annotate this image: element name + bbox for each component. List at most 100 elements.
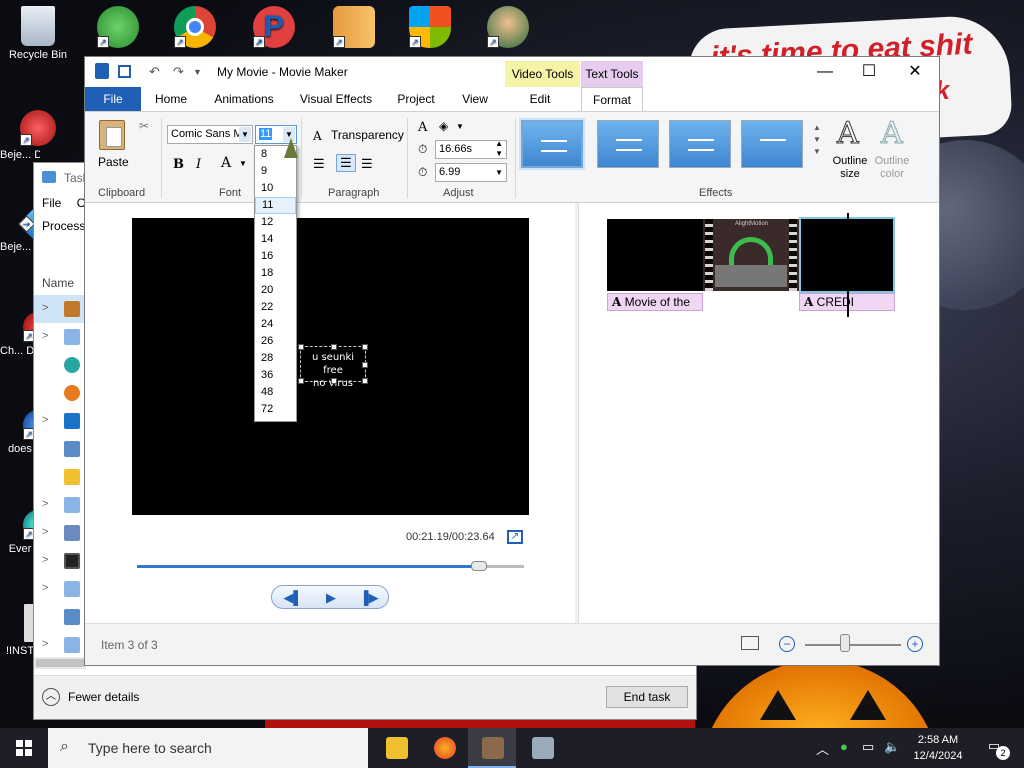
end-task-button[interactable]: End task bbox=[606, 686, 688, 708]
tab-edit[interactable]: Edit bbox=[515, 87, 565, 111]
close-button[interactable]: ✕ bbox=[893, 61, 937, 83]
process-row[interactable] bbox=[34, 463, 86, 491]
desktop-icon-shield-app[interactable]: ↗ bbox=[392, 6, 468, 51]
chevron-up-icon[interactable]: ︿ bbox=[816, 739, 829, 758]
customize-toolbar-icon[interactable]: ▼ bbox=[193, 67, 202, 77]
tab-visual-effects[interactable]: Visual Effects bbox=[293, 87, 379, 111]
storyboard-clip[interactable]: AlightMotion bbox=[703, 219, 799, 291]
process-row[interactable] bbox=[34, 603, 86, 631]
column-header-name[interactable]: Name bbox=[42, 276, 74, 290]
effect-thumbnail[interactable] bbox=[741, 120, 803, 168]
minimize-button[interactable]: — bbox=[803, 61, 847, 83]
resize-handle[interactable] bbox=[331, 378, 337, 384]
effect-thumbnail[interactable] bbox=[597, 120, 659, 168]
start-time-input[interactable]: 16.66s ▲ ▼ bbox=[435, 139, 507, 159]
chevron-down-icon[interactable]: ▼ bbox=[239, 159, 247, 168]
chevron-down-icon[interactable]: ▼ bbox=[239, 127, 251, 142]
network-icon[interactable]: ▭ bbox=[862, 739, 874, 755]
process-row[interactable]: > bbox=[34, 323, 86, 351]
redo-icon[interactable]: ↷ bbox=[173, 64, 184, 80]
fewer-details-button[interactable]: ︿ Fewer details bbox=[42, 688, 139, 706]
effect-thumbnail[interactable] bbox=[521, 120, 583, 168]
process-row[interactable]: > bbox=[34, 547, 86, 575]
people-icon[interactable]: ● bbox=[840, 739, 848, 754]
align-center-icon[interactable]: ☰ bbox=[336, 154, 356, 172]
volume-icon[interactable]: 🔈 bbox=[884, 739, 900, 755]
fullscreen-icon[interactable]: ↗ bbox=[507, 530, 523, 544]
chevron-right-icon[interactable]: > bbox=[42, 638, 48, 650]
previous-frame-button[interactable]: ◀▌ bbox=[278, 589, 308, 606]
desktop-icon-p-app[interactable]: P ↗ bbox=[236, 6, 312, 51]
chevron-down-icon[interactable]: ▼ bbox=[495, 164, 503, 181]
paste-button[interactable]: Paste bbox=[98, 155, 129, 169]
font-size-option[interactable]: 14 bbox=[255, 231, 296, 248]
font-size-option[interactable]: 26 bbox=[255, 333, 296, 350]
font-size-option[interactable]: 36 bbox=[255, 367, 296, 384]
font-color-button[interactable]: A bbox=[221, 155, 231, 171]
gallery-scroll-icon[interactable]: ▲ ▼ ▼ bbox=[813, 122, 821, 158]
zoom-out-icon[interactable]: − bbox=[779, 636, 795, 652]
taskbar-file-explorer[interactable] bbox=[372, 728, 420, 768]
align-left-icon[interactable]: ☰ bbox=[313, 156, 325, 172]
chevron-right-icon[interactable]: > bbox=[42, 414, 48, 426]
effect-thumbnail[interactable] bbox=[669, 120, 731, 168]
storyboard-caption[interactable]: A Movie of the bbox=[607, 293, 703, 311]
chevron-right-icon[interactable]: > bbox=[42, 330, 48, 342]
outline-color-icon[interactable]: A bbox=[881, 116, 904, 152]
italic-button[interactable]: I bbox=[196, 157, 201, 172]
font-size-option[interactable]: 10 bbox=[255, 180, 296, 197]
font-size-option[interactable]: 48 bbox=[255, 384, 296, 401]
zoom-thumb[interactable] bbox=[840, 634, 850, 652]
seek-bar[interactable] bbox=[137, 561, 524, 571]
search-box[interactable]: ⌕ Type here to search bbox=[48, 728, 368, 768]
save-icon[interactable] bbox=[118, 65, 131, 78]
zoom-slider[interactable] bbox=[805, 644, 901, 646]
clock[interactable]: 2:58 AM 12/4/2024 bbox=[908, 732, 968, 764]
chevron-right-icon[interactable]: > bbox=[42, 302, 48, 314]
next-frame-button[interactable]: ▐▶ bbox=[354, 589, 384, 606]
outline-color-button[interactable]: Outline color bbox=[871, 155, 913, 181]
font-size-option[interactable]: 20 bbox=[255, 282, 296, 299]
maximize-button[interactable]: ☐ bbox=[847, 61, 891, 83]
process-row[interactable]: > bbox=[34, 295, 86, 323]
notification-icon[interactable]: ▭ 2 bbox=[984, 738, 1010, 760]
taskbar-firefox[interactable] bbox=[420, 728, 468, 768]
paste-icon[interactable] bbox=[99, 120, 125, 150]
process-row[interactable]: > bbox=[34, 491, 86, 519]
resize-handle[interactable] bbox=[362, 378, 368, 384]
taskbar-task-manager[interactable] bbox=[518, 728, 566, 768]
tab-file[interactable]: File bbox=[85, 87, 141, 111]
transparency-button[interactable]: Transparency bbox=[331, 128, 404, 142]
desktop-icon-bejeweled-1[interactable]: ↗ Beje... De... bbox=[0, 110, 76, 162]
process-row[interactable] bbox=[34, 435, 86, 463]
undo-icon[interactable]: ↶ bbox=[149, 64, 160, 80]
cut-icon[interactable]: ✂ bbox=[139, 119, 149, 133]
align-right-icon[interactable]: ☰ bbox=[361, 156, 373, 172]
font-size-option[interactable]: 9 bbox=[255, 163, 296, 180]
desktop-icon-recycle-bin[interactable]: Recycle Bin bbox=[0, 6, 76, 62]
storyboard-clip[interactable] bbox=[607, 219, 703, 291]
chevron-right-icon[interactable]: > bbox=[42, 498, 48, 510]
font-size-option[interactable]: 12 bbox=[255, 214, 296, 231]
video-preview[interactable]: u seunki free no virus bbox=[132, 218, 529, 515]
chevron-down-icon[interactable]: ▼ bbox=[456, 122, 464, 131]
process-row[interactable] bbox=[34, 351, 86, 379]
resize-handle[interactable] bbox=[298, 344, 304, 350]
caption-text-box[interactable]: u seunki free no virus bbox=[298, 344, 368, 389]
font-size-option[interactable]: 18 bbox=[255, 265, 296, 282]
font-size-option[interactable]: 28 bbox=[255, 350, 296, 367]
process-row[interactable]: > bbox=[34, 519, 86, 547]
seek-thumb[interactable] bbox=[471, 561, 487, 571]
process-row[interactable]: > bbox=[34, 575, 86, 603]
zoom-in-icon[interactable]: + bbox=[907, 636, 923, 652]
menu-item-file[interactable]: File bbox=[42, 196, 61, 210]
chevron-right-icon[interactable]: > bbox=[42, 582, 48, 594]
outline-size-button[interactable]: Outline size bbox=[829, 155, 871, 181]
playhead[interactable] bbox=[847, 213, 849, 317]
transparency-icon[interactable]: A bbox=[313, 129, 322, 143]
chevron-right-icon[interactable]: > bbox=[42, 526, 48, 538]
desktop-icon-folder-app[interactable]: ↗ bbox=[316, 6, 392, 51]
font-size-option[interactable]: 24 bbox=[255, 316, 296, 333]
outline-size-icon[interactable]: A bbox=[837, 116, 860, 152]
font-size-option[interactable]: 22 bbox=[255, 299, 296, 316]
